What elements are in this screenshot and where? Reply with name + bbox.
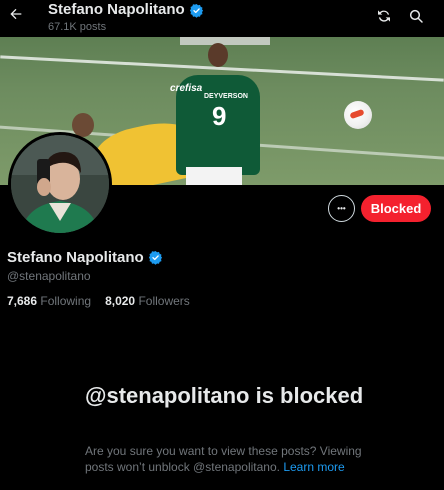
profile-name: Stefano Napolitano bbox=[7, 249, 144, 266]
profile-handle: @stenapolitano bbox=[7, 269, 91, 283]
followers-count: 8,020 bbox=[105, 294, 136, 308]
player-figure: crefisa DEYVERSON 9 bbox=[170, 75, 260, 175]
player-head bbox=[208, 43, 228, 67]
blocked-body: Are you sure you want to view these post… bbox=[85, 443, 375, 475]
followers-link[interactable]: 8,020 Followers bbox=[105, 294, 190, 308]
follow-stats: 7,686 Following 8,020 Followers bbox=[7, 294, 190, 308]
profile-name-row: Stefano Napolitano bbox=[7, 249, 163, 266]
top-bar: Stefano Napolitano 67.1K posts bbox=[0, 0, 444, 37]
verified-badge-icon[interactable] bbox=[148, 250, 163, 265]
more-options-button[interactable]: ••• bbox=[328, 195, 355, 222]
avatar-image bbox=[11, 135, 109, 233]
refresh-button[interactable] bbox=[374, 6, 394, 26]
search-icon bbox=[409, 9, 423, 23]
header-title: Stefano Napolitano 67.1K posts bbox=[48, 1, 204, 34]
following-count: 7,686 bbox=[7, 294, 38, 308]
followers-label: Followers bbox=[138, 294, 190, 308]
search-button[interactable] bbox=[406, 6, 426, 26]
learn-more-link[interactable]: Learn more bbox=[283, 460, 344, 474]
more-icon: ••• bbox=[337, 204, 346, 213]
jersey-sponsor: crefisa bbox=[170, 83, 203, 94]
jersey-name: DEYVERSON bbox=[204, 93, 248, 100]
following-label: Following bbox=[40, 294, 92, 308]
goal-post bbox=[180, 37, 270, 45]
following-link[interactable]: 7,686 Following bbox=[7, 294, 91, 308]
posts-count: 67.1K posts bbox=[48, 21, 107, 33]
blocked-title: @stenapolitano is blocked bbox=[85, 383, 364, 408]
back-button[interactable] bbox=[6, 4, 26, 24]
soccer-ball bbox=[344, 101, 372, 129]
refresh-icon bbox=[378, 10, 390, 22]
header-name: Stefano Napolitano bbox=[48, 1, 185, 18]
jersey-number: 9 bbox=[212, 101, 227, 131]
back-arrow-icon bbox=[10, 8, 22, 20]
player-shorts bbox=[186, 167, 242, 185]
verified-badge-icon bbox=[189, 3, 203, 18]
avatar[interactable] bbox=[8, 132, 112, 236]
blocked-button[interactable]: Blocked bbox=[361, 195, 431, 222]
